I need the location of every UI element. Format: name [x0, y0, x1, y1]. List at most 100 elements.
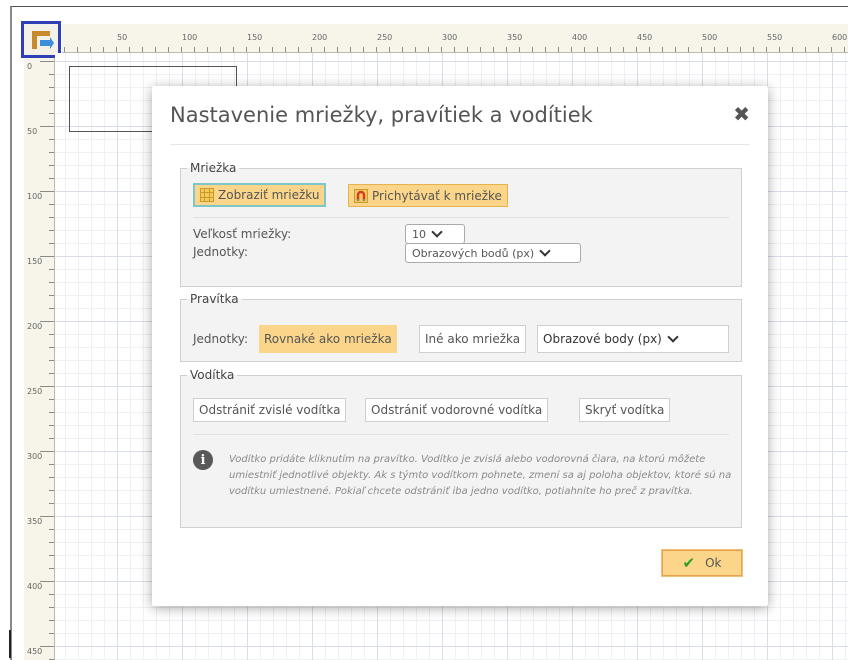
- ruler-tick: [49, 477, 54, 478]
- ruler-tick: [90, 47, 91, 52]
- ruler-tick: [49, 243, 54, 244]
- rulers-units-value: Obrazové body (px): [543, 332, 662, 346]
- ruler-tick: [49, 269, 54, 270]
- ruler-label: 100: [182, 33, 198, 42]
- ruler-tick: [571, 47, 572, 52]
- guides-divider: [193, 434, 729, 435]
- grid-size-select[interactable]: 10: [405, 224, 465, 244]
- ruler-tick: [129, 47, 130, 52]
- ruler-tick: [49, 165, 54, 166]
- remove-horizontal-guides-button[interactable]: Odstrániť vodorovné vodítka: [365, 398, 549, 422]
- show-grid-label: Zobraziť mriežku: [218, 188, 320, 202]
- ruler-tick: [142, 47, 143, 52]
- ruler-label: 100: [27, 192, 43, 201]
- ruler-tick: [740, 47, 741, 52]
- ruler-tick: [77, 47, 78, 52]
- ruler-tick: [181, 47, 182, 52]
- ruler-tick: [805, 47, 806, 52]
- ruler-label: 600: [832, 33, 848, 42]
- ruler-tick: [506, 47, 507, 52]
- ruler-tick: [49, 503, 54, 504]
- close-icon[interactable]: ✖: [733, 102, 750, 126]
- ok-button[interactable]: ✔ Ok: [662, 550, 742, 576]
- ruler-tick: [49, 425, 54, 426]
- ruler-tick: [49, 113, 54, 114]
- ruler-label: 450: [637, 33, 653, 42]
- ruler-tick: [207, 47, 208, 52]
- ruler-tick: [49, 412, 54, 413]
- ruler-tick: [49, 490, 54, 491]
- show-grid-button[interactable]: Zobraziť mriežku: [193, 183, 327, 207]
- guides-legend: Vodítka: [190, 368, 235, 382]
- ruler-tick: [64, 47, 65, 52]
- ruler-tick: [441, 47, 442, 52]
- ruler-tick: [727, 47, 728, 52]
- ruler-tick: [272, 47, 273, 52]
- hide-guides-button[interactable]: Skryť vodítka: [579, 398, 671, 422]
- rulers-units-select[interactable]: Obrazové body (px): [537, 325, 729, 353]
- ruler-tick: [623, 47, 624, 52]
- ruler-tick: [40, 126, 54, 127]
- grid-units-select[interactable]: Obrazových bodů (px): [405, 243, 581, 263]
- ruler-tick: [831, 47, 832, 52]
- ruler-tick: [454, 47, 455, 52]
- ruler-toggle-icon: [32, 30, 54, 49]
- ruler-tick: [480, 47, 481, 52]
- ruler-tick: [714, 47, 715, 52]
- ruler-label: 0: [27, 62, 33, 71]
- ruler-tick: [49, 152, 54, 153]
- checkmark-icon: ✔: [682, 554, 696, 572]
- ruler-tick: [467, 47, 468, 52]
- ruler-tick: [116, 47, 117, 52]
- ruler-tick: [49, 360, 54, 361]
- ruler-label: 300: [442, 33, 458, 42]
- ruler-tick: [49, 74, 54, 75]
- ruler-tick: [363, 47, 364, 52]
- ruler-label: 150: [27, 257, 43, 266]
- vertical-ruler[interactable]: 0 50 100 150 200 250 300 350 400 450: [24, 58, 55, 660]
- ok-label: Ok: [705, 556, 722, 570]
- ruler-tick: [49, 529, 54, 530]
- ruler-tick: [428, 47, 429, 52]
- rulers-different-button[interactable]: Iné ako mriežka: [419, 325, 527, 353]
- hide-guides-label: Skryť vodítka: [585, 403, 665, 417]
- ruler-label: 50: [117, 33, 128, 42]
- ruler-tick: [402, 47, 403, 52]
- guides-info-text: Vodítko pridáte kliknutím na pravítko. V…: [229, 454, 732, 497]
- ruler-tick: [285, 47, 286, 52]
- ruler-tick: [688, 47, 689, 52]
- chevron-down-icon: [539, 245, 551, 257]
- ruler-tick: [49, 204, 54, 205]
- text-cursor: [9, 630, 11, 658]
- remove-horizontal-guides-label: Odstrániť vodorovné vodítka: [371, 403, 543, 417]
- rulers-fieldset: Pravítka Jednotky: Rovnaké ako mriežka I…: [180, 292, 742, 362]
- ruler-label: 500: [702, 33, 718, 42]
- horizontal-ruler[interactable]: 50 100 150 200 250 300 350 400 450 500 550 600: [62, 24, 848, 53]
- ruler-tick: [49, 568, 54, 569]
- grid-fieldset: Mriežka Zobraziť mriežku Prichytávať k m…: [180, 161, 742, 287]
- ruler-tick: [675, 47, 676, 52]
- ruler-tick: [324, 47, 325, 52]
- ruler-tick: [168, 47, 169, 52]
- ruler-tick: [49, 373, 54, 374]
- ruler-tick: [49, 594, 54, 595]
- ruler-tick: [194, 47, 195, 52]
- grid-settings-dialog: Nastavenie mriežky, pravítiek a vodítiek…: [152, 86, 768, 606]
- ruler-tick: [49, 464, 54, 465]
- remove-vertical-guides-button[interactable]: Odstrániť zvislé vodítka: [193, 398, 347, 422]
- ruler-tick: [649, 47, 650, 52]
- ruler-tick: [49, 295, 54, 296]
- ruler-tick: [415, 47, 416, 52]
- ruler-tick: [337, 47, 338, 52]
- ruler-label: 200: [312, 33, 328, 42]
- ruler-label: 250: [27, 387, 43, 396]
- ruler-tick: [220, 47, 221, 52]
- ruler-tick: [49, 555, 54, 556]
- ruler-tick: [376, 47, 377, 52]
- chevron-down-icon: [431, 226, 443, 238]
- rulers-same-as-grid-button[interactable]: Rovnaké ako mriežka: [259, 325, 397, 353]
- snap-to-grid-button[interactable]: Prichytávať k mriežke: [348, 184, 508, 207]
- ruler-tick: [259, 47, 260, 52]
- ruler-tick: [155, 47, 156, 52]
- ruler-tick: [545, 47, 546, 52]
